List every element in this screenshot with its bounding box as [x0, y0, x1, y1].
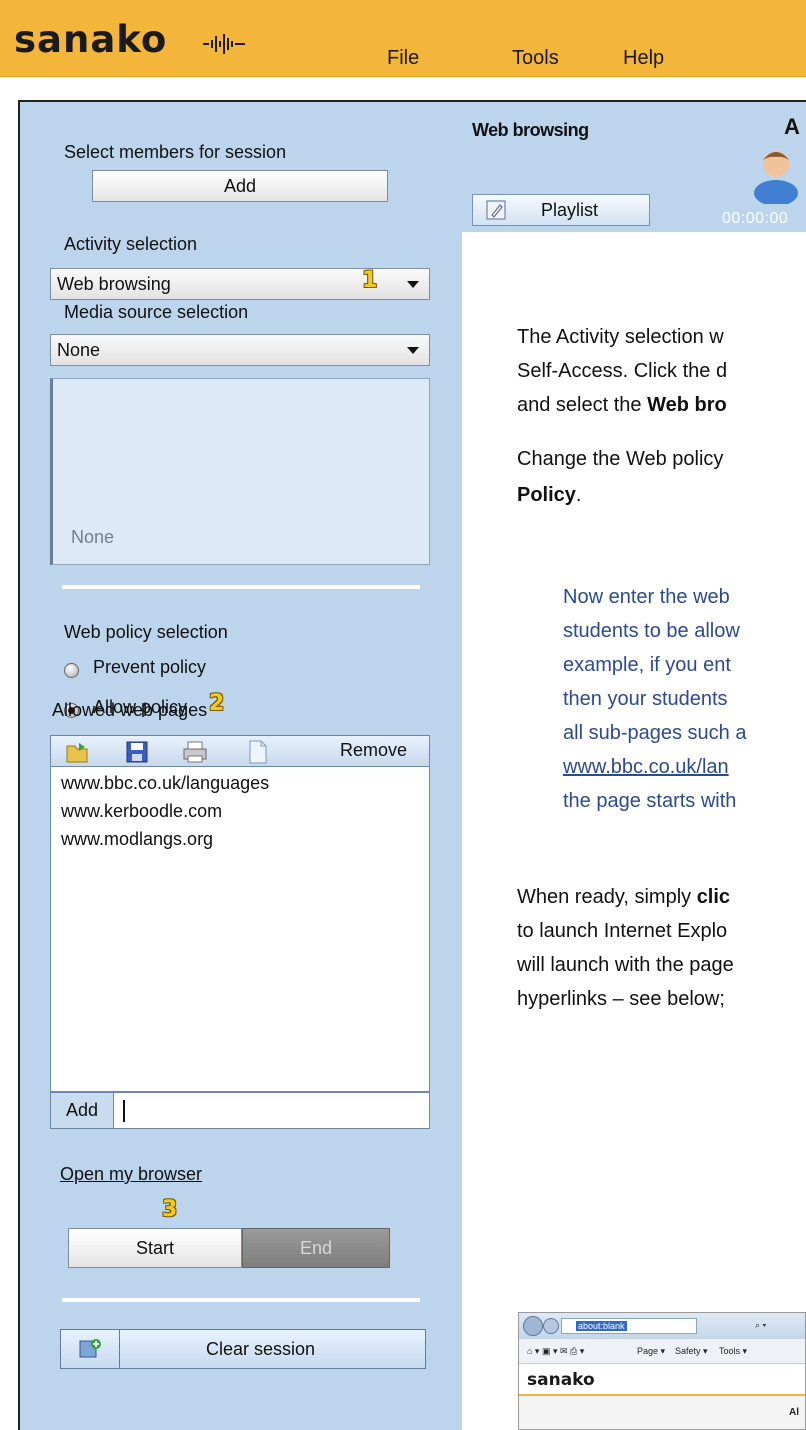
select-members-label: Select members for session	[64, 142, 287, 162]
back-icon	[523, 1316, 543, 1336]
list-item[interactable]: www.kerboodle.com	[61, 801, 222, 822]
add-page-row: Add	[50, 1092, 430, 1129]
page-menu: Page ▾	[637, 1346, 666, 1356]
para4-line1: When ready, simply clic	[517, 886, 731, 908]
menu-help[interactable]: Help	[623, 47, 664, 70]
session-timer: 00:00:00	[722, 210, 789, 227]
playlist-button[interactable]: Playlist	[472, 194, 650, 226]
para1-line3: and select the Web bro	[517, 394, 727, 416]
screenshot-logo: sanako	[527, 1370, 595, 1390]
search-icon: ⌕ ▾	[755, 1320, 767, 1330]
prevent-policy-label[interactable]: Prevent policy	[93, 657, 206, 678]
para1-line2: Self-Access. Click the d	[517, 360, 728, 382]
media-source-dropdown[interactable]: None	[50, 334, 430, 366]
remove-button[interactable]: Remove	[340, 740, 407, 761]
list-item[interactable]: www.bbc.co.uk/languages	[61, 773, 269, 794]
para2-line1: Change the Web policy	[517, 448, 724, 470]
section-title: Web browsing	[472, 120, 589, 140]
divider	[62, 585, 420, 589]
add-members-button[interactable]: Add	[92, 170, 388, 202]
screenshot-corner-text: Al	[789, 1407, 799, 1418]
logo-wave-icon	[203, 34, 245, 54]
add-page-button[interactable]: Add	[51, 1093, 114, 1128]
activity-side-strip	[445, 232, 462, 1430]
browser-address-bar: about:blank ⌕ ▾	[519, 1313, 805, 1339]
para3-line7: the page starts with	[563, 790, 737, 812]
media-preview-text: None	[71, 527, 115, 547]
playlist-label: Playlist	[541, 200, 599, 220]
activity-selection-label: Activity selection	[64, 234, 198, 254]
corner-letter: A	[784, 114, 800, 139]
chevron-down-icon	[407, 281, 419, 288]
web-policy-label: Web policy selection	[64, 622, 228, 642]
media-source-dropdown-value: None	[57, 340, 101, 360]
para3-line4: then your students	[563, 688, 728, 710]
app-logo: sanako	[14, 18, 168, 61]
prevent-policy-radio[interactable]	[64, 663, 79, 678]
para3-line5: all sub-pages such a	[563, 722, 747, 744]
start-button[interactable]: Start	[68, 1228, 242, 1268]
open-folder-icon[interactable]	[65, 740, 91, 764]
safety-menu: Safety ▾	[675, 1346, 708, 1356]
step-badge-2: 2	[209, 691, 225, 716]
app-header: sanako File Tools Help	[0, 0, 806, 77]
new-document-icon[interactable]	[247, 739, 269, 765]
para1-line1: The Activity selection w	[517, 326, 724, 348]
chevron-down-icon	[407, 347, 419, 354]
activity-dropdown-value: Web browsing	[57, 274, 171, 294]
divider	[62, 1298, 420, 1302]
address-field: about:blank	[561, 1318, 697, 1334]
para4-line3: will launch with the page	[517, 954, 734, 976]
playlist-icon	[486, 200, 506, 220]
student-avatar-icon	[754, 151, 798, 204]
media-source-label: Media source selection	[64, 302, 249, 322]
list-item[interactable]: www.modlangs.org	[61, 829, 213, 850]
allowed-pages-toolbar: Remove	[50, 735, 430, 767]
step-badge-3: 3	[162, 1197, 178, 1222]
clear-session-label: Clear session	[206, 1339, 316, 1359]
para4-line2: to launch Internet Explo	[517, 920, 728, 942]
step-badge-1: 1	[362, 268, 378, 293]
menu-file[interactable]: File	[387, 47, 419, 70]
end-button[interactable]: End	[242, 1228, 390, 1268]
print-icon[interactable]	[182, 740, 208, 764]
url-input[interactable]	[115, 1093, 429, 1128]
open-browser-link[interactable]: Open my browser	[60, 1164, 202, 1185]
browser-accent-line	[519, 1394, 805, 1396]
allowed-pages-list: www.bbc.co.uk/languages www.kerboodle.co…	[50, 767, 430, 1092]
para4-line4: hyperlinks – see below;	[517, 988, 725, 1010]
para3-link[interactable]: www.bbc.co.uk/lan	[563, 750, 729, 784]
save-icon[interactable]	[125, 740, 149, 764]
para3-line3: example, if you ent	[563, 654, 731, 676]
browser-page-header: sanako	[519, 1364, 805, 1394]
para2-line2: Policy.	[517, 484, 582, 506]
allowed-pages-label: Allowed web pages	[52, 700, 208, 720]
browser-screenshot: about:blank ⌕ ▾ ⌂ ▾ ▣ ▾ ✉ ⎙ ▾ Page ▾ Saf…	[518, 1312, 806, 1430]
para3-line1: Now enter the web	[563, 586, 730, 608]
clear-session-button[interactable]: Clear session	[60, 1329, 426, 1369]
para3-line2: students to be allow	[563, 620, 740, 642]
menu-tools[interactable]: Tools	[512, 47, 559, 70]
tools-menu: Tools ▾	[719, 1346, 748, 1356]
browser-command-bar: ⌂ ▾ ▣ ▾ ✉ ⎙ ▾ Page ▾ Safety ▾ Tools ▾	[519, 1339, 805, 1364]
home-icon: ⌂ ▾ ▣ ▾ ✉ ⎙ ▾	[527, 1346, 585, 1356]
forward-icon	[543, 1318, 559, 1334]
clear-session-icon	[61, 1330, 120, 1368]
media-preview-box: None	[50, 378, 430, 565]
